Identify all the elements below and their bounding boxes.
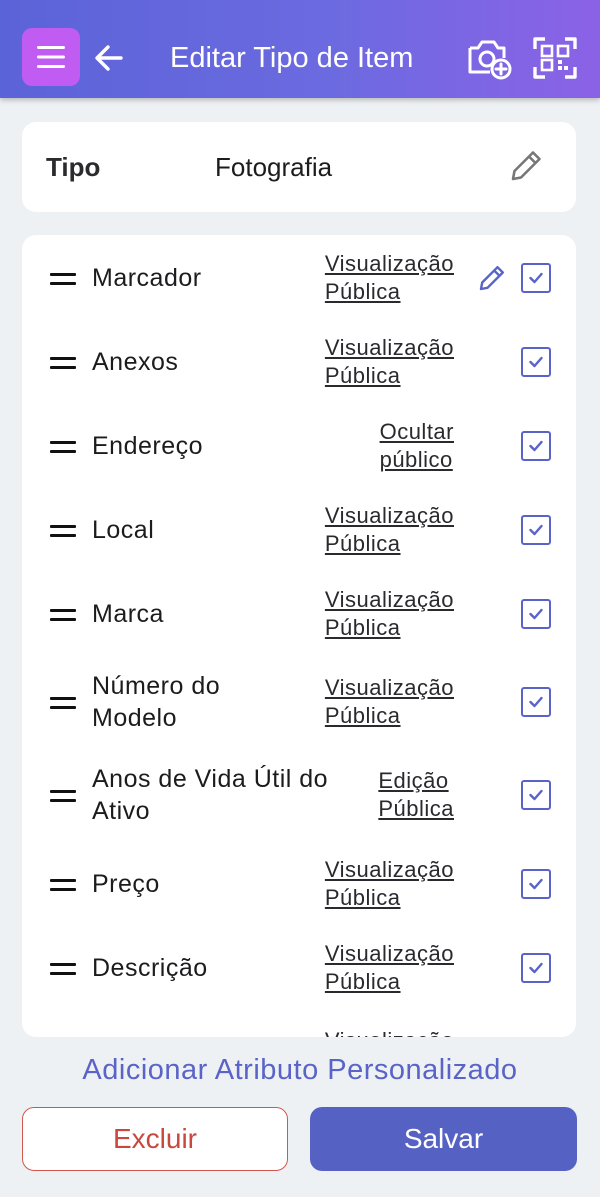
visibility-text-line: Visualização [324, 941, 454, 966]
drag-handle-icon[interactable] [50, 697, 76, 711]
page-title: Editar Tipo de Item [170, 42, 414, 74]
attribute-label-line: Preço [92, 870, 160, 898]
visibility-link[interactable]: Visualização Pública [325, 334, 454, 390]
drag-handle-icon[interactable] [50, 441, 76, 455]
check-icon [529, 962, 543, 974]
camera-add-icon [468, 40, 512, 80]
visibility-text-line: Visualização [324, 335, 454, 360]
attribute-checkbox[interactable] [521, 687, 551, 717]
visibility-text-line: Edição [378, 768, 449, 793]
attribute-label: Marca [92, 598, 164, 630]
attribute-checkbox[interactable] [521, 347, 551, 377]
drag-handle-icon[interactable] [50, 273, 76, 287]
arrow-left-icon [95, 45, 123, 71]
attribute-label: Descrição [92, 952, 208, 984]
visibility-link[interactable]: Visualização Pública [325, 940, 454, 996]
visibility-text-line: Pública [324, 279, 401, 304]
attribute-checkbox[interactable] [521, 953, 551, 983]
type-label: Tipo [46, 152, 101, 182]
edit-type-button[interactable] [506, 146, 546, 186]
visibility-link[interactable]: Visualização Pública [325, 586, 454, 642]
attribute-label: Número do Modelo [92, 670, 220, 734]
visibility-text-line: Visualização [324, 503, 454, 528]
drag-handle-icon[interactable] [50, 790, 76, 804]
visibility-link[interactable]: Visualização [325, 1027, 454, 1037]
attribute-list: Marcador Visualização Pública Anexos Visuali… [22, 235, 576, 1037]
visibility-link[interactable]: Visualização Pública [325, 250, 454, 306]
attribute-label: Anexos [92, 346, 178, 378]
attribute-label-line: Descrição [92, 954, 208, 982]
visibility-text-line: Pública [324, 363, 401, 388]
visibility-text-line: Pública [324, 531, 401, 556]
drag-handle-icon[interactable] [50, 879, 76, 893]
save-button[interactable]: Salvar [310, 1107, 577, 1171]
add-photo-button[interactable] [464, 34, 514, 82]
drag-handle-icon[interactable] [50, 357, 76, 371]
visibility-text-line: Ocultar [379, 419, 454, 444]
check-icon [529, 878, 543, 890]
attribute-checkbox[interactable] [521, 515, 551, 545]
visibility-link[interactable]: Visualização Pública [325, 856, 454, 912]
attribute-checkbox[interactable] [521, 780, 551, 810]
visibility-link[interactable]: Visualização Pública [325, 502, 454, 558]
attribute-label-line: Número do [92, 672, 221, 700]
menu-button[interactable] [22, 28, 80, 86]
attribute-label-line: Marca [92, 600, 164, 628]
visibility-text-line: Visualização [324, 857, 454, 882]
visibility-text-line: Pública [324, 703, 401, 728]
pencil-icon [511, 151, 541, 181]
attribute-checkbox[interactable] [521, 263, 551, 293]
attribute-label-line: Anos de Vida Útil do [92, 765, 329, 793]
qr-scan-button[interactable] [530, 34, 580, 82]
check-icon [529, 356, 543, 368]
attribute-label-line: Ativo [92, 797, 151, 825]
attribute-checkbox[interactable] [521, 599, 551, 629]
menu-icon [37, 46, 65, 68]
drag-handle-icon[interactable] [50, 609, 76, 623]
attribute-label-line: Marcador [92, 264, 202, 292]
check-icon [529, 608, 543, 620]
attribute-label: Anos de Vida Útil do Ativo [92, 763, 328, 827]
visibility-link[interactable]: Visualização Pública [325, 674, 454, 730]
visibility-text-line: Pública [378, 796, 454, 821]
check-icon [529, 696, 543, 708]
attribute-label: Marcador [92, 262, 202, 294]
type-value: Fotografia [215, 152, 333, 182]
check-icon [529, 272, 543, 284]
attribute-checkbox[interactable] [521, 431, 551, 461]
visibility-text-line: Visualização [324, 675, 454, 700]
visibility-link[interactable]: Edição Pública [378, 767, 454, 823]
check-icon [529, 440, 543, 452]
back-button[interactable] [92, 38, 126, 78]
attribute-label-line: Modelo [92, 704, 177, 732]
visibility-text-line: público [379, 447, 453, 472]
drag-handle-icon[interactable] [50, 963, 76, 977]
attribute-label-line: Endereço [92, 432, 204, 460]
add-custom-attribute-link[interactable]: Adicionar Atributo Personalizado [0, 1054, 600, 1087]
visibility-link[interactable]: Ocultar público [380, 418, 454, 474]
attribute-label: Endereço [92, 430, 203, 462]
attribute-label: Local [92, 514, 154, 546]
drag-handle-icon[interactable] [50, 525, 76, 539]
visibility-text-line: Visualização [324, 587, 454, 612]
app-header: Editar Tipo de Item [0, 0, 600, 98]
check-icon [529, 524, 543, 536]
attribute-checkbox[interactable] [521, 869, 551, 899]
item-type-card: Tipo Fotografia [22, 122, 576, 212]
visibility-text-line: Visualização [324, 251, 454, 276]
attribute-label-line: Anexos [92, 348, 179, 376]
visibility-text-line: Pública [324, 615, 401, 640]
visibility-text-line: Visualização [325, 1027, 454, 1037]
pencil-icon [479, 266, 504, 291]
edit-attribute-button[interactable] [476, 262, 508, 294]
check-icon [529, 789, 543, 801]
attribute-label: Preço [92, 868, 160, 900]
qr-scan-icon [533, 37, 577, 79]
delete-button[interactable]: Excluir [22, 1107, 288, 1171]
visibility-text-line: Pública [324, 969, 401, 994]
visibility-text-line: Pública [324, 885, 401, 910]
attribute-label-line: Local [92, 516, 155, 544]
